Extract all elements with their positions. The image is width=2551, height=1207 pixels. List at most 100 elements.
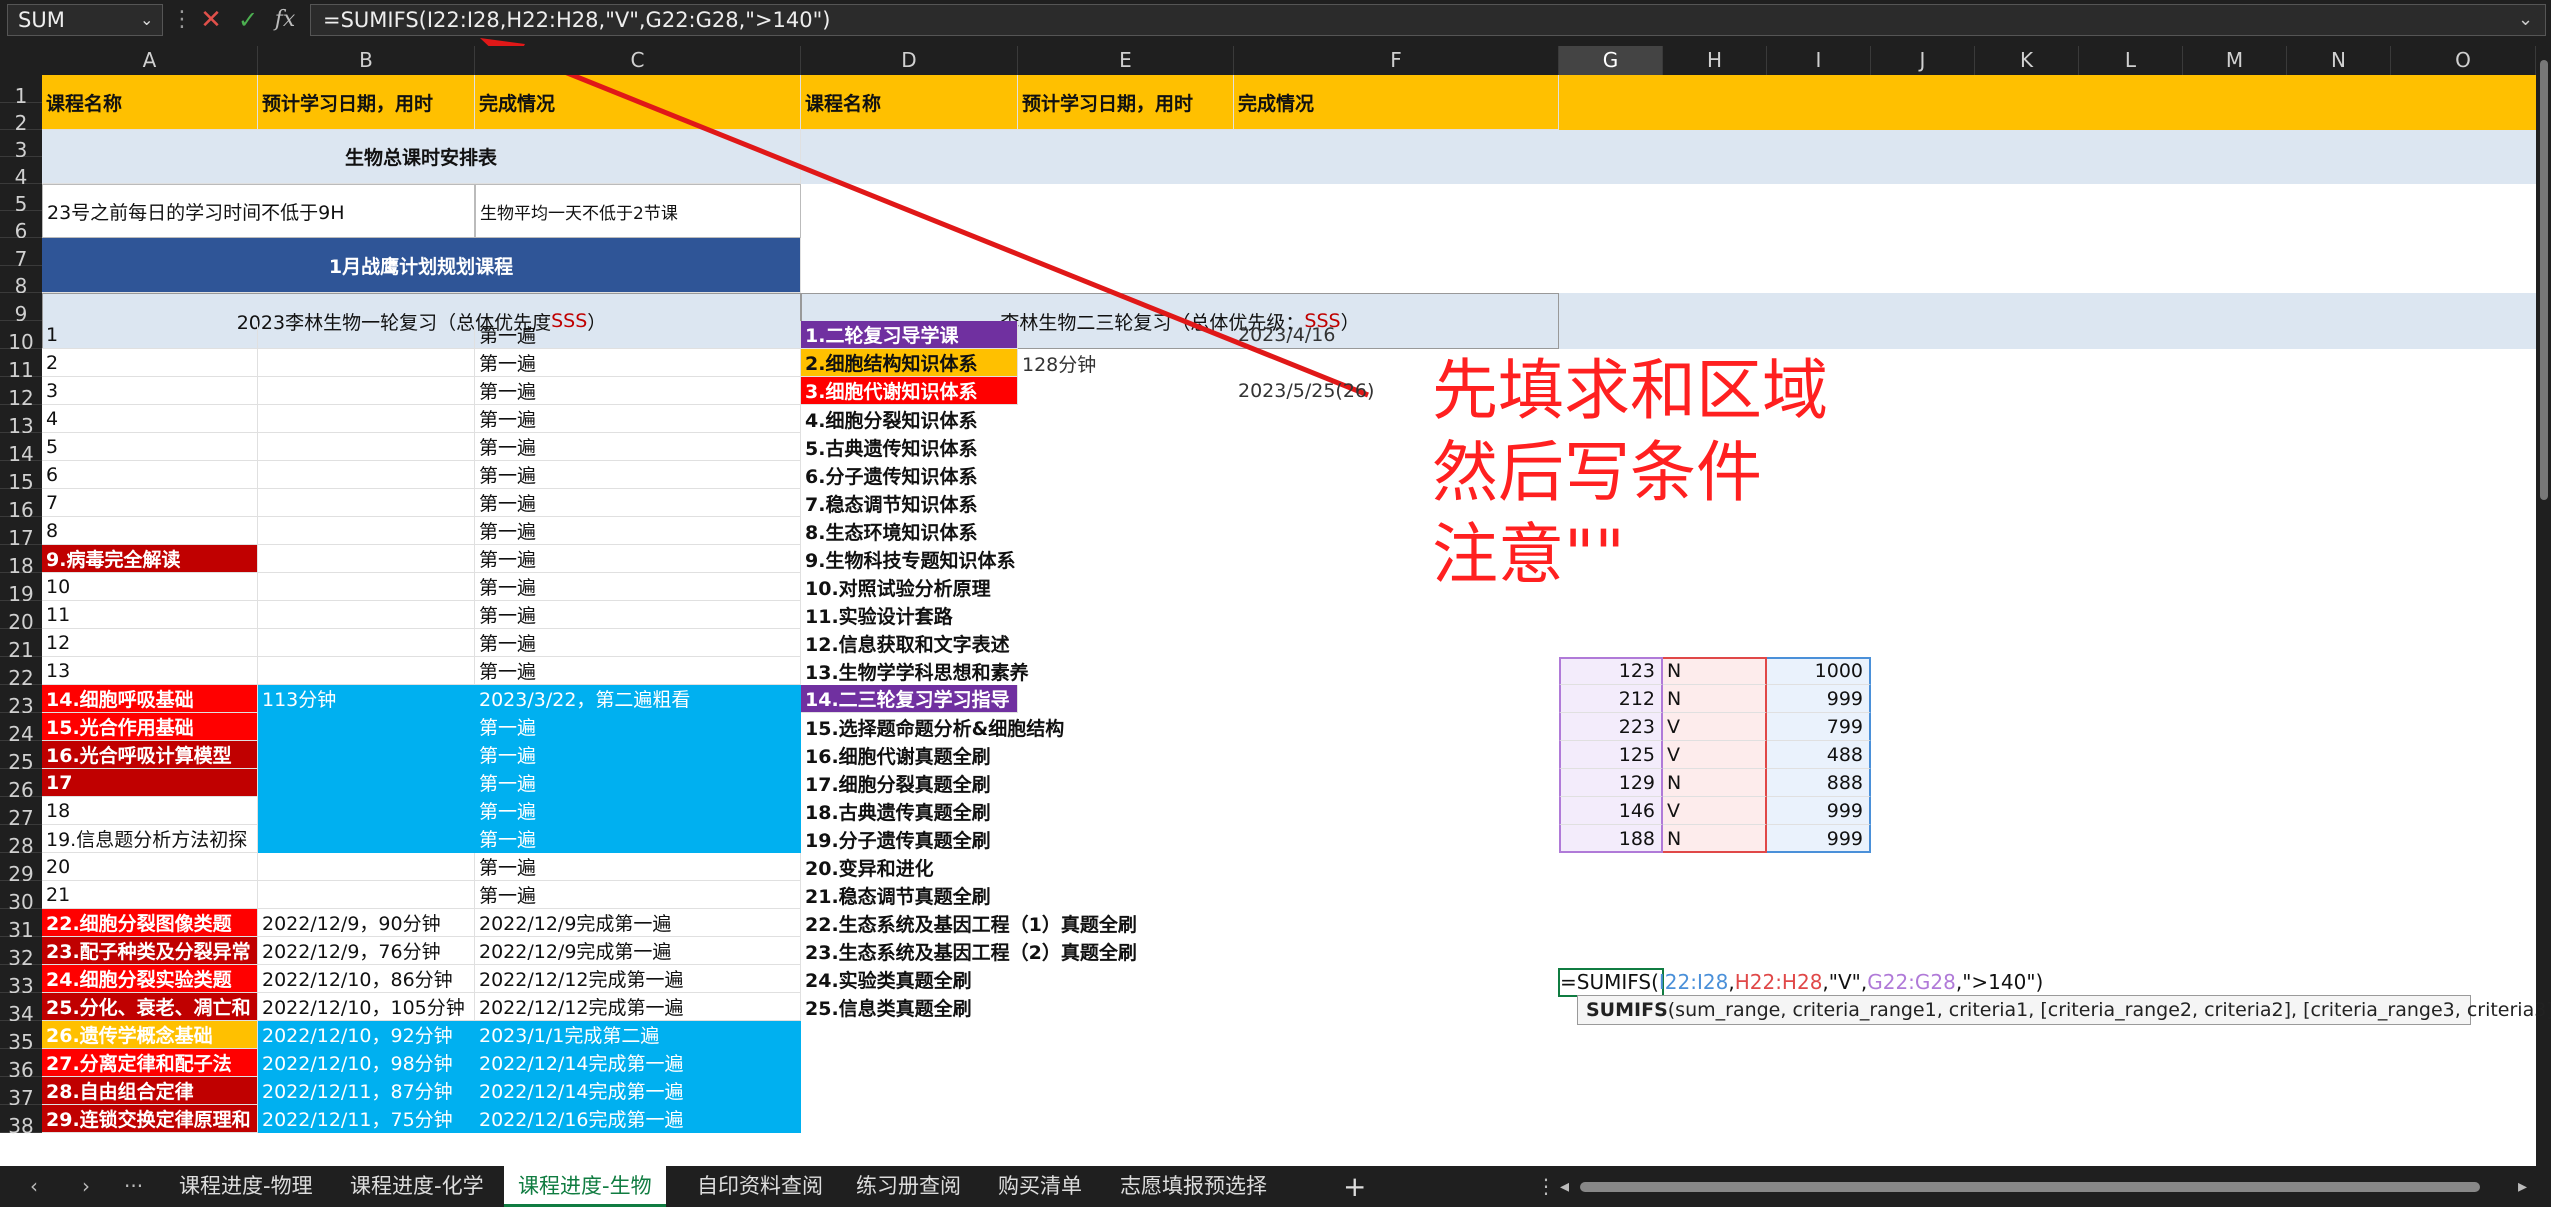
value-cell-g[interactable]: 223: [1559, 713, 1663, 741]
column-header-e[interactable]: E: [1018, 46, 1234, 75]
sheet-tab[interactable]: 自印资料查阅: [683, 1166, 837, 1207]
course-cell-d[interactable]: 18.古典遗传真题全刷: [801, 797, 991, 825]
row-header[interactable]: 21: [0, 629, 42, 662]
column-header-c[interactable]: C: [475, 46, 801, 75]
value-cell-g[interactable]: 125: [1559, 741, 1663, 769]
row-header[interactable]: 1: [0, 75, 42, 108]
status-cell-c[interactable]: 第一遍: [475, 517, 801, 545]
date-cell-e[interactable]: 128分钟: [1018, 349, 1096, 377]
row-header[interactable]: 18: [0, 545, 42, 578]
row-header[interactable]: 22: [0, 657, 42, 690]
course-cell-a[interactable]: 24.细胞分裂实验类题: [42, 965, 258, 993]
date-cell-b[interactable]: [258, 769, 475, 797]
more-sheets-icon[interactable]: ···: [124, 1166, 143, 1207]
row-header[interactable]: 28: [0, 825, 42, 858]
status-cell-c[interactable]: 2023/1/1完成第二遍: [475, 1021, 801, 1049]
date-cell-b[interactable]: [258, 881, 475, 909]
course-cell-d[interactable]: 20.变异和进化: [801, 853, 934, 881]
status-cell-c[interactable]: 第一遍: [475, 853, 801, 881]
row-header[interactable]: 6: [0, 211, 42, 243]
status-cell-c[interactable]: 第一遍: [475, 433, 801, 461]
flag-cell-h[interactable]: N: [1663, 769, 1767, 797]
course-cell-a[interactable]: 27.分离定律和配子法: [42, 1049, 258, 1077]
row-header[interactable]: 15: [0, 461, 42, 494]
status-cell-c[interactable]: 第一遍: [475, 657, 801, 685]
sheet-tab[interactable]: 志愿填报预选择: [1106, 1166, 1281, 1207]
column-header-f[interactable]: F: [1234, 46, 1559, 75]
course-cell-a[interactable]: 23.配子种类及分裂异常: [42, 937, 258, 965]
date-cell-b[interactable]: [258, 349, 475, 377]
course-cell-d[interactable]: [801, 1021, 805, 1049]
row-header[interactable]: 12: [0, 377, 42, 410]
course-cell-d[interactable]: 15.选择题命题分析&细胞结构: [801, 713, 1064, 741]
sheet-tab[interactable]: 课程进度-化学: [336, 1166, 498, 1207]
date-cell-b[interactable]: 2022/12/11，87分钟: [258, 1077, 475, 1105]
sheet-tab[interactable]: 课程进度-物理: [165, 1166, 327, 1207]
course-cell-d[interactable]: 24.实验类真题全刷: [801, 965, 972, 993]
course-cell-d[interactable]: 5.古典遗传知识体系: [801, 433, 977, 461]
status-cell-c[interactable]: 第一遍: [475, 629, 801, 657]
course-cell-d[interactable]: 17.细胞分裂真题全刷: [801, 769, 991, 797]
date-cell-b[interactable]: [258, 741, 475, 769]
date-cell-b[interactable]: [258, 629, 475, 657]
row-header[interactable]: 27: [0, 797, 42, 830]
course-cell-a[interactable]: 16.光合呼吸计算模型: [42, 741, 258, 769]
course-cell-a[interactable]: 25.分化、衰老、凋亡和: [42, 993, 258, 1021]
value-cell-g[interactable]: 146: [1559, 797, 1663, 825]
row-header[interactable]: 34: [0, 993, 42, 1026]
amount-cell-i[interactable]: 999: [1767, 685, 1871, 713]
row-header[interactable]: 10: [0, 321, 42, 354]
date-cell-b[interactable]: 113分钟: [258, 685, 475, 713]
row-header[interactable]: 2: [0, 103, 42, 135]
row-header[interactable]: 16: [0, 489, 42, 522]
date-cell-b[interactable]: [258, 321, 475, 349]
course-cell-a[interactable]: 2: [42, 349, 258, 377]
amount-cell-i[interactable]: 488: [1767, 741, 1871, 769]
status-cell-c[interactable]: 第一遍: [475, 713, 801, 741]
value-cell-g[interactable]: 123: [1559, 657, 1663, 685]
amount-cell-i[interactable]: 999: [1767, 825, 1871, 853]
course-cell-d[interactable]: 9.生物科技专题知识体系: [801, 545, 1015, 573]
course-cell-a[interactable]: 9.病毒完全解读: [42, 545, 258, 573]
column-header-i[interactable]: I: [1767, 46, 1871, 75]
course-cell-d[interactable]: 10.对照试验分析原理: [801, 573, 991, 601]
flag-cell-h[interactable]: V: [1663, 713, 1767, 741]
row-header[interactable]: 23: [0, 685, 42, 718]
course-cell-a[interactable]: 14.细胞呼吸基础: [42, 685, 258, 713]
add-sheet-icon[interactable]: +: [1343, 1166, 1366, 1207]
prev-sheet-icon[interactable]: ‹: [30, 1166, 38, 1207]
amount-cell-i[interactable]: 999: [1767, 797, 1871, 825]
course-cell-a[interactable]: 28.自由组合定律: [42, 1077, 258, 1105]
status-cell-c[interactable]: 2022/12/9完成第一遍: [475, 909, 801, 937]
date-cell-b[interactable]: 2022/12/9，76分钟: [258, 937, 475, 965]
row-header[interactable]: 20: [0, 601, 42, 634]
row-header[interactable]: 13: [0, 405, 42, 438]
sheet-tab[interactable]: 购买清单: [984, 1166, 1096, 1207]
date-cell-b[interactable]: [258, 657, 475, 685]
amount-cell-i[interactable]: 888: [1767, 769, 1871, 797]
status-cell-c[interactable]: 第一遍: [475, 489, 801, 517]
next-sheet-icon[interactable]: ›: [82, 1166, 90, 1207]
date-cell-b[interactable]: [258, 713, 475, 741]
row-header[interactable]: 32: [0, 937, 42, 970]
course-cell-a[interactable]: 26.遗传学概念基础: [42, 1021, 258, 1049]
date-cell-b[interactable]: [258, 853, 475, 881]
date-cell-b[interactable]: [258, 825, 475, 853]
row-header[interactable]: 33: [0, 965, 42, 998]
row-header[interactable]: 37: [0, 1077, 42, 1110]
flag-cell-h[interactable]: N: [1663, 657, 1767, 685]
course-cell-d[interactable]: 23.生态系统及基因工程（2）真题全刷: [801, 937, 1137, 965]
date-cell-b[interactable]: [258, 517, 475, 545]
row-header[interactable]: 19: [0, 573, 42, 606]
column-header-a[interactable]: A: [42, 46, 258, 75]
course-cell-d[interactable]: [801, 1105, 805, 1133]
status-cell-f[interactable]: 2023/5/25(26): [1234, 377, 1374, 405]
value-cell-g[interactable]: 212: [1559, 685, 1663, 713]
course-cell-a[interactable]: 4: [42, 405, 258, 433]
course-cell-d[interactable]: 3.细胞代谢知识体系: [801, 377, 1018, 405]
column-header-d[interactable]: D: [801, 46, 1018, 75]
scroll-right-icon[interactable]: ▸: [2518, 1166, 2527, 1207]
course-cell-a[interactable]: 12: [42, 629, 258, 657]
row-header[interactable]: 14: [0, 433, 42, 466]
date-cell-b[interactable]: [258, 461, 475, 489]
